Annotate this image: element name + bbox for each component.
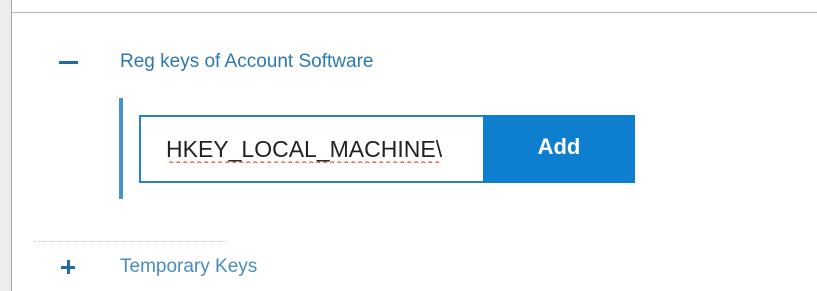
minus-icon[interactable] <box>58 52 78 72</box>
add-key-row: Add <box>139 115 635 183</box>
section-label-reg-keys[interactable]: Reg keys of Account Software <box>120 51 373 73</box>
panel-top-border <box>11 12 817 13</box>
section-label-temporary-keys[interactable]: Temporary Keys <box>120 256 257 278</box>
section-header-reg-keys[interactable]: Reg keys of Account Software <box>58 50 373 74</box>
reg-key-input[interactable] <box>139 115 483 183</box>
section-header-temporary-keys[interactable]: Temporary Keys <box>58 255 257 279</box>
panel: Reg keys of Account Software Add Tempora… <box>0 0 817 291</box>
add-button[interactable]: Add <box>483 115 635 183</box>
plus-icon[interactable] <box>58 257 78 277</box>
section-divider <box>34 241 228 242</box>
panel-left-border <box>11 0 12 291</box>
left-gutter <box>0 0 11 291</box>
section-content-indicator <box>119 98 123 199</box>
